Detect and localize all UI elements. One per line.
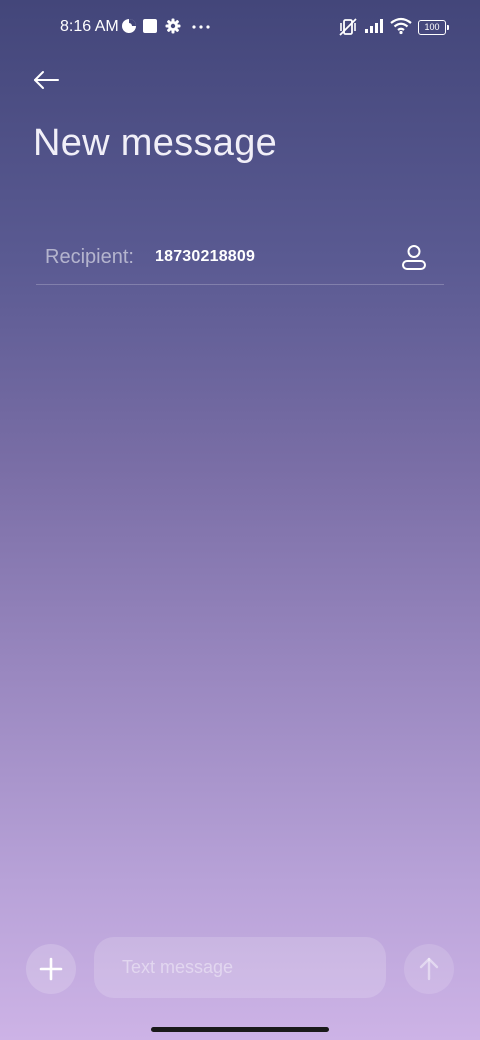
vibrate-off-icon <box>338 17 358 42</box>
plus-icon <box>39 957 63 981</box>
back-button[interactable] <box>28 62 64 98</box>
arrow-left-icon <box>34 71 59 89</box>
new-message-screen: 8:16 AM 100 New message Recipient: 18730… <box>0 0 480 1040</box>
recipient-value[interactable]: 18730218809 <box>155 248 255 266</box>
recipient-field[interactable]: Recipient: 18730218809 <box>36 232 444 285</box>
more-dots-icon <box>191 18 211 39</box>
status-time: 8:16 AM <box>60 18 119 35</box>
wifi-icon <box>390 17 412 40</box>
message-input[interactable] <box>94 937 386 998</box>
add-attachment-button[interactable] <box>26 944 76 994</box>
gear-icon <box>165 18 181 39</box>
contact-picker-button[interactable] <box>398 242 430 274</box>
arrow-up-icon <box>419 957 439 981</box>
signal-icon <box>364 18 386 39</box>
data-saver-icon <box>121 18 137 39</box>
person-icon <box>402 245 426 270</box>
status-bar: 8:16 AM 100 <box>0 0 480 56</box>
square-notification-icon <box>142 18 158 39</box>
page-title: New message <box>33 122 278 164</box>
battery-icon: 100 <box>418 20 449 35</box>
home-indicator[interactable] <box>151 1027 329 1032</box>
recipient-label: Recipient: <box>45 246 134 268</box>
send-button[interactable] <box>404 944 454 994</box>
